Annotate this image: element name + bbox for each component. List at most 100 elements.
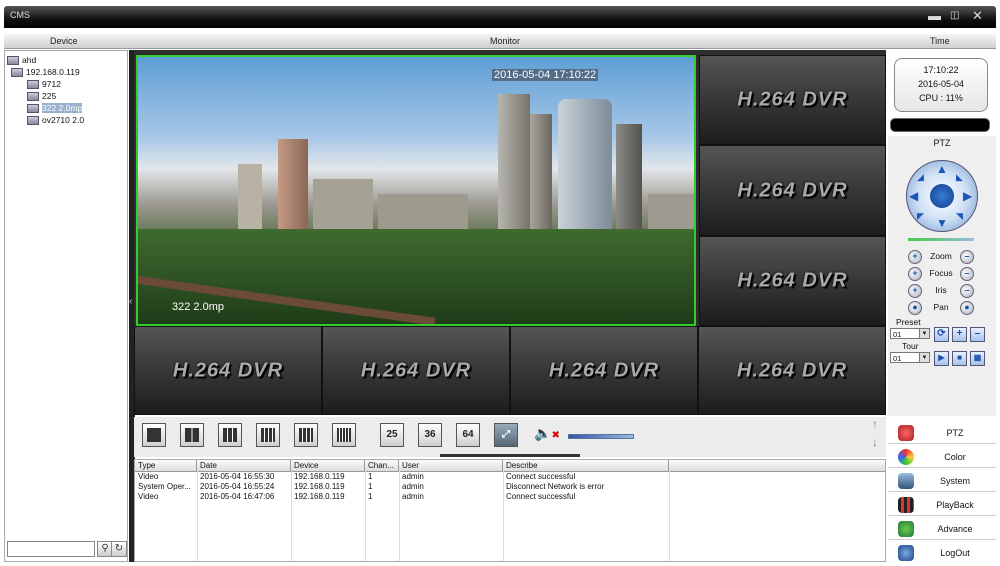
- arrow-downleft-icon[interactable]: ◤: [917, 210, 924, 222]
- fullscreen-icon[interactable]: ⤢: [494, 423, 518, 447]
- layout-1-button[interactable]: [142, 423, 166, 447]
- video-cell[interactable]: H.264 DVR: [698, 326, 886, 415]
- arrow-left-icon[interactable]: ◀: [909, 190, 918, 202]
- column-date[interactable]: Date: [197, 460, 291, 471]
- tree-node[interactable]: 322 2.0mp: [27, 103, 83, 114]
- tree-node-label: 9712: [42, 79, 61, 89]
- volume-slider[interactable]: [568, 434, 634, 439]
- pan-start-button[interactable]: ●: [908, 301, 922, 315]
- arrow-up-icon[interactable]: ↑: [872, 417, 878, 431]
- focus-label: Focus: [929, 268, 953, 278]
- menu-logout[interactable]: LogOut: [888, 542, 996, 564]
- preset-remove-icon[interactable]: –: [970, 327, 985, 342]
- tour-play-icon[interactable]: ▶: [934, 351, 949, 366]
- preset-select[interactable]: 01 ▼: [890, 328, 930, 339]
- tree-node[interactable]: ahd: [7, 55, 36, 66]
- tour-grid-icon[interactable]: ▦: [970, 351, 985, 366]
- pan-stop-button[interactable]: ●: [960, 301, 974, 315]
- layout-36-button[interactable]: 36: [418, 423, 442, 447]
- minimize-icon[interactable]: ▬: [928, 9, 941, 23]
- layout-16-button[interactable]: [332, 423, 356, 447]
- video-cell[interactable]: H.264 DVR: [699, 236, 886, 326]
- video-cell[interactable]: H.264 DVR: [510, 326, 698, 415]
- iris-in-button[interactable]: +: [908, 284, 922, 298]
- arrow-upright-icon[interactable]: ◣: [956, 171, 963, 183]
- focus-in-button[interactable]: +: [908, 267, 922, 281]
- column-describe[interactable]: Describe: [503, 460, 669, 471]
- menu-playback[interactable]: PlayBack: [888, 494, 996, 516]
- arrow-up-icon[interactable]: ▲: [936, 163, 948, 175]
- column-device[interactable]: Device: [291, 460, 365, 471]
- zoom-in-button[interactable]: +: [908, 250, 922, 264]
- tree-node[interactable]: ov2710 2.0: [27, 115, 84, 126]
- status-bar: [890, 118, 990, 132]
- video-channel-name: 322 2.0mp: [172, 301, 224, 313]
- focus-out-button[interactable]: –: [960, 267, 974, 281]
- cell-placeholder-label: H.264 DVR: [737, 269, 848, 292]
- arrow-upleft-icon[interactable]: ◢: [917, 171, 924, 183]
- layout-6-button[interactable]: [218, 423, 242, 447]
- preset-add-icon[interactable]: +: [952, 327, 967, 342]
- device-icon: [11, 68, 23, 78]
- log-table-header: Type Date Device Chan... User Describe: [135, 460, 885, 472]
- video-cell[interactable]: H.264 DVR: [699, 55, 886, 145]
- close-icon[interactable]: ✕: [972, 9, 983, 23]
- clock-time: 17:10:22: [923, 65, 959, 75]
- tour-stop-icon[interactable]: ■: [952, 351, 967, 366]
- ptz-speed-slider[interactable]: [908, 238, 974, 241]
- arrow-right-icon[interactable]: ▶: [963, 190, 972, 202]
- tour-select[interactable]: 01 ▼: [890, 352, 930, 363]
- video-cell[interactable]: H.264 DVR: [322, 326, 510, 415]
- column-type[interactable]: Type: [135, 460, 197, 471]
- layout-9-button[interactable]: [294, 423, 318, 447]
- section-header-bar: Device Monitor Time: [4, 34, 996, 49]
- preset-value: 01: [893, 330, 902, 339]
- zoom-out-button[interactable]: –: [960, 250, 974, 264]
- table-row[interactable]: System Oper... 2016-05-04 16:55:24 192.168…: [135, 482, 885, 492]
- mute-icon[interactable]: 🔈✖: [534, 425, 560, 442]
- table-cell: Connect successful: [506, 492, 576, 501]
- clock-date: 2016-05-04: [917, 79, 965, 89]
- joystick-center[interactable]: [930, 184, 954, 208]
- table-row[interactable]: Video 2016-05-04 16:55:30 192.168.0.119 1 ad…: [135, 472, 885, 482]
- tree-node-label: 225: [42, 91, 57, 101]
- video-cell[interactable]: H.264 DVR: [134, 326, 322, 415]
- tree-node[interactable]: 225: [27, 91, 57, 102]
- layout-4-button[interactable]: [180, 423, 204, 447]
- menu-color[interactable]: Color: [888, 446, 996, 468]
- maximize-icon[interactable]: ◫: [950, 9, 959, 23]
- layout-25-button[interactable]: 25: [380, 423, 404, 447]
- preset-goto-icon[interactable]: ⟳: [934, 327, 949, 342]
- camera-icon: [27, 92, 39, 102]
- tree-node[interactable]: 192.168.0.119: [11, 67, 80, 78]
- refresh-icon[interactable]: ↻: [111, 541, 127, 557]
- column-channel[interactable]: Chan...: [365, 460, 399, 471]
- iris-out-button[interactable]: –: [960, 284, 974, 298]
- tree-node-label: 192.168.0.119: [26, 67, 80, 77]
- ptz-joystick[interactable]: ▲ ▼ ◀ ▶ ◢ ◣ ◤ ◥: [906, 160, 978, 232]
- video-cell[interactable]: H.264 DVR: [699, 145, 886, 236]
- cell-placeholder-label: H.264 DVR: [360, 359, 472, 381]
- chevron-down-icon[interactable]: ▼: [919, 353, 929, 362]
- tree-node[interactable]: 9712: [27, 79, 61, 90]
- table-cell: admin: [402, 492, 424, 501]
- device-icon: [7, 56, 19, 66]
- layout-64-button[interactable]: 64: [456, 423, 480, 447]
- menu-system[interactable]: System: [888, 470, 996, 492]
- device-search-input[interactable]: [7, 541, 95, 557]
- chevron-down-icon[interactable]: ▼: [919, 329, 929, 338]
- arrow-downright-icon[interactable]: ◥: [956, 210, 963, 222]
- table-row[interactable]: Video 2016-05-04 16:47:06 192.168.0.119 1 ad…: [135, 492, 885, 502]
- layout-8-button[interactable]: [256, 423, 280, 447]
- arrow-down-icon[interactable]: ▼: [936, 217, 948, 229]
- collapse-arrow-icon[interactable]: ‹: [129, 296, 132, 307]
- toolbar-scroll-arrows[interactable]: ↑ ↓: [868, 417, 886, 457]
- layout-toolbar: 25 36 64 ⤢ 🔈✖ ↑ ↓: [134, 417, 886, 457]
- arrow-down-icon[interactable]: ↓: [872, 435, 878, 449]
- menu-ptz[interactable]: PTZ: [888, 422, 996, 444]
- menu-advance[interactable]: Advance: [888, 518, 996, 540]
- table-cell: 2016-05-04 16:47:06: [200, 492, 275, 501]
- column-user[interactable]: User: [399, 460, 503, 471]
- main-video-feed[interactable]: 2016-05-04 17:10:22 322 2.0mp: [136, 55, 696, 326]
- ptz-panel: PTZ ▲ ▼ ◀ ▶ ◢ ◣ ◤ ◥ + Zoom – + Focus – +…: [888, 136, 996, 416]
